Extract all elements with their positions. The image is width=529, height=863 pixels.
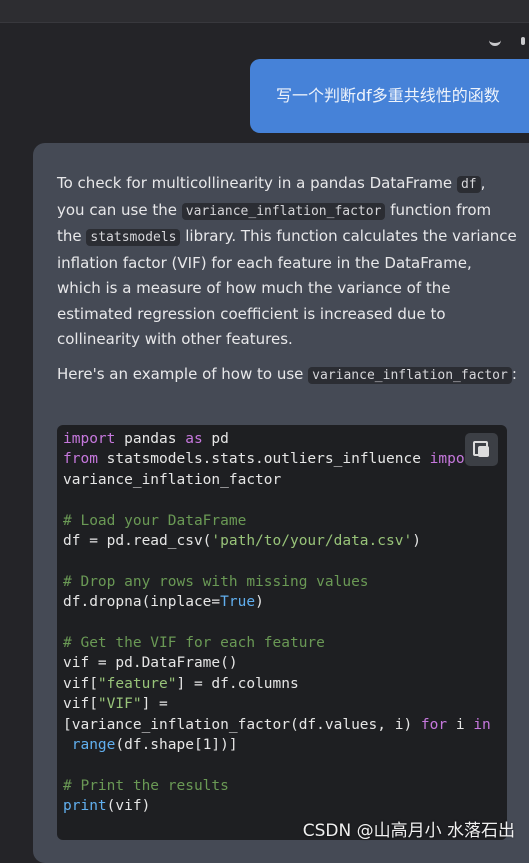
copy-icon xyxy=(472,440,491,459)
text: : xyxy=(511,364,517,383)
divider xyxy=(0,22,529,23)
code-line: df.dropna(inplace=True) xyxy=(63,594,264,611)
code-line: # Get the VIF for each feature xyxy=(63,635,325,652)
user-avatar xyxy=(489,37,525,46)
code-line: range(df.shape[1])] xyxy=(71,737,238,754)
copy-code-button[interactable] xyxy=(465,433,498,466)
code-line: # Load your DataFrame xyxy=(63,512,247,529)
code-content[interactable]: import pandas as pd from statsmodels.sta… xyxy=(63,429,491,817)
code-line: df = pd.read_csv('path/to/your/data.csv'… xyxy=(63,533,421,550)
top-bar xyxy=(0,0,529,22)
paragraph: Here's an example of how to use variance… xyxy=(57,362,517,389)
code-line: import pandas as pd xyxy=(63,431,229,447)
code-line: variance_inflation_factor xyxy=(63,471,282,488)
inline-code: variance_inflation_factor xyxy=(308,366,512,384)
code-line: # Drop any rows with missing values xyxy=(63,573,369,590)
code-line: vif["VIF"] = xyxy=(63,696,168,713)
text: To check for multicollinearity in a pand… xyxy=(57,174,457,192)
code-line: vif["feature"] = df.columns xyxy=(63,675,299,692)
code-line: # Print the results xyxy=(63,777,229,794)
watermark: CSDN @山高月小 水落石出 xyxy=(302,821,515,841)
inline-code: statsmodels xyxy=(86,229,181,246)
code-line: print(vif) xyxy=(63,798,151,815)
code-line: from statsmodels.stats.outliers_influenc… xyxy=(63,451,483,468)
code-line: [variance_inflation_factor(df.values, i)… xyxy=(63,716,491,733)
text: Here's an example of how to use xyxy=(57,364,309,383)
inline-code: variance_inflation_factor xyxy=(181,202,386,220)
inline-code: df xyxy=(456,176,481,193)
code-line: vif = pd.DataFrame() xyxy=(63,655,238,672)
code-block[interactable]: import pandas as pd from statsmodels.sta… xyxy=(57,425,507,840)
assistant-message-text: To check for multicollinearity in a pand… xyxy=(57,171,517,388)
paragraph: To check for multicollinearity in a pand… xyxy=(57,171,517,353)
user-message: 写一个判断df多重共线性的函数 xyxy=(250,59,529,133)
